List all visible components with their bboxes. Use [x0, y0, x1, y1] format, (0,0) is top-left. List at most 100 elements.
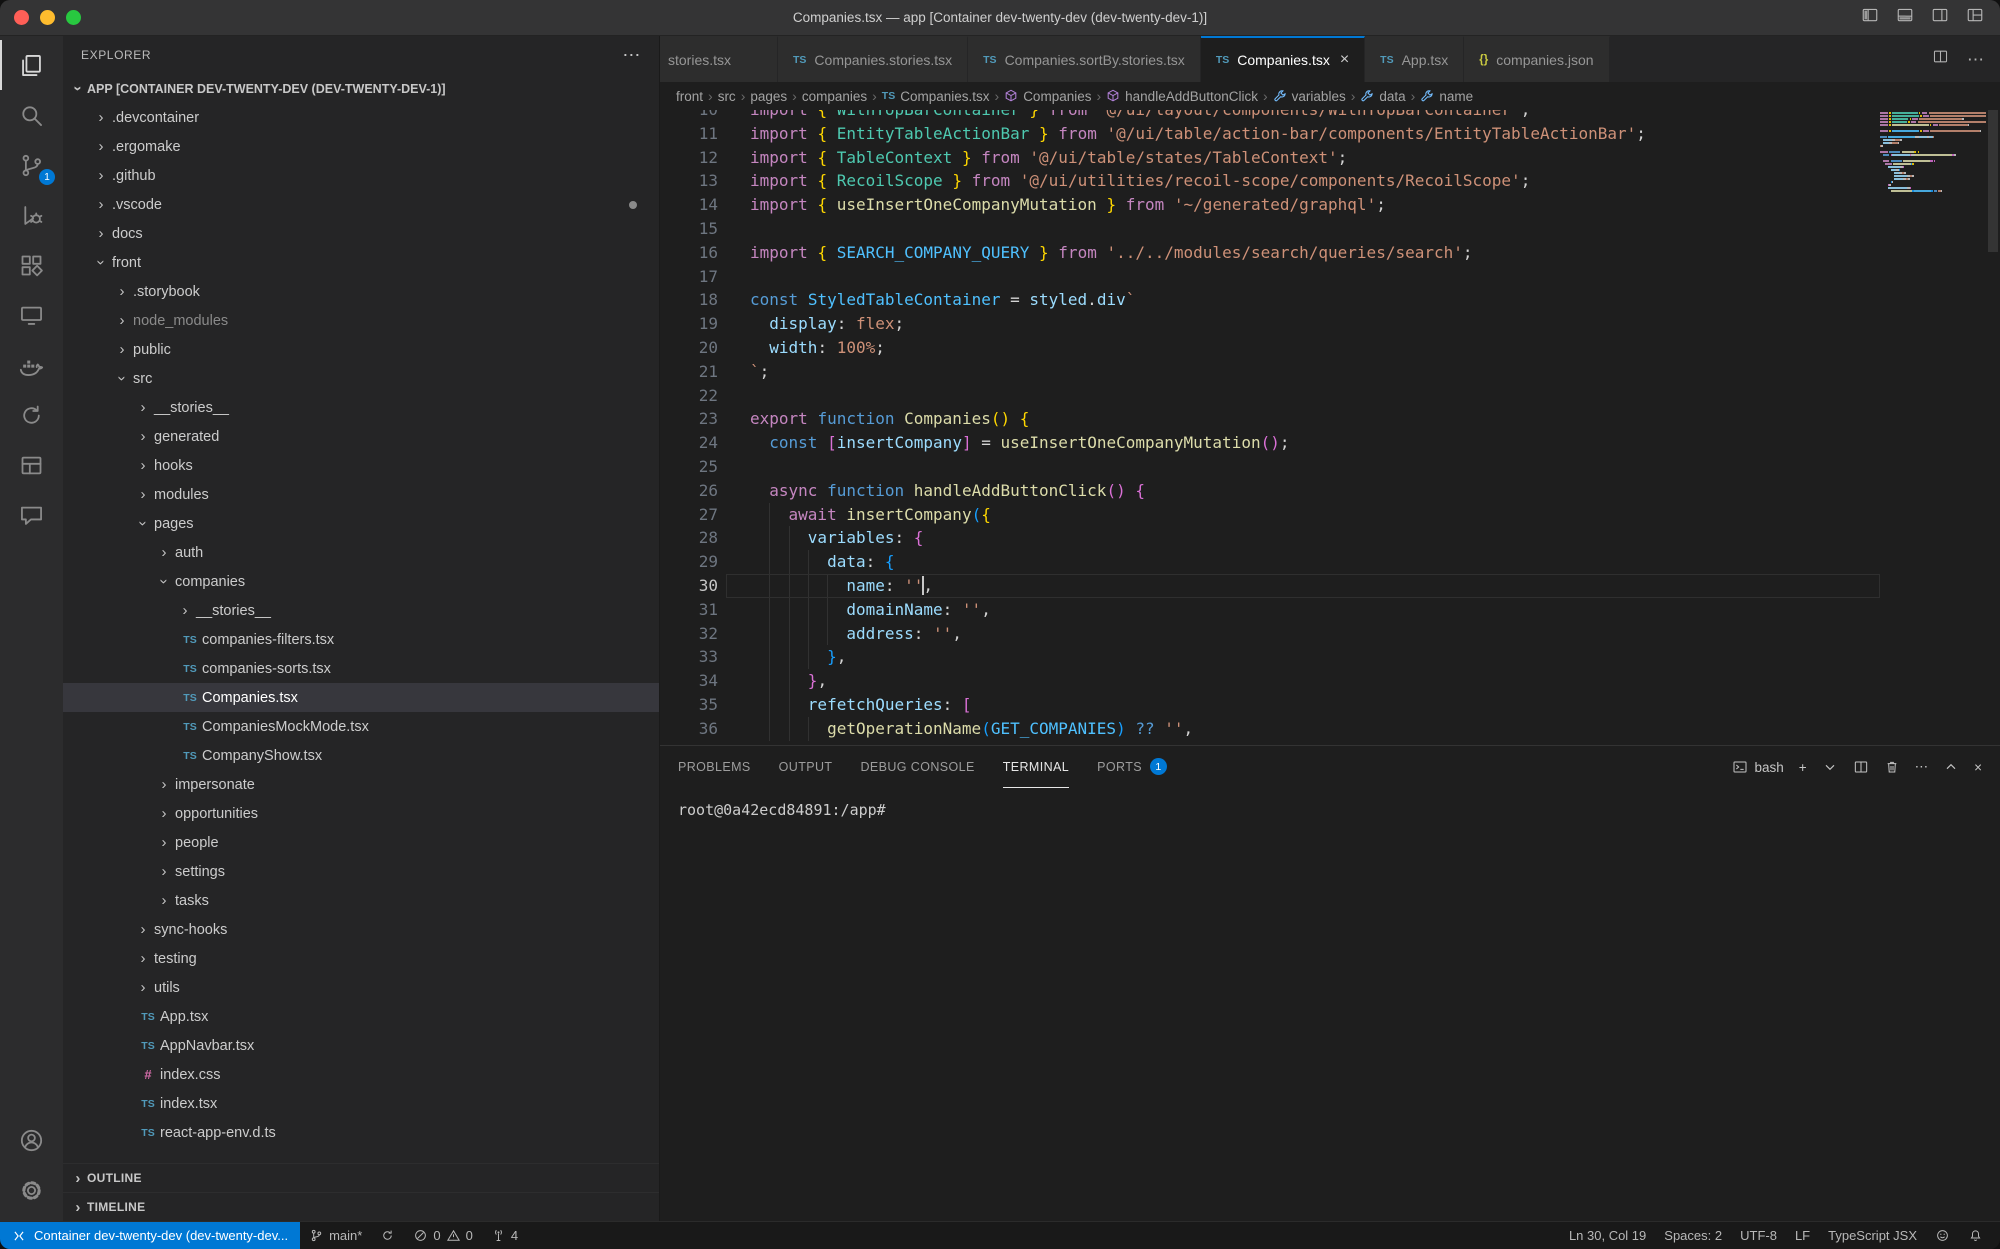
- code-line-23[interactable]: 23export function Companies() {: [660, 407, 1880, 431]
- timeline-section[interactable]: › TIMELINE: [63, 1192, 659, 1221]
- close-icon[interactable]: ×: [1340, 52, 1349, 68]
- code-line-33[interactable]: 33 },: [660, 645, 1880, 669]
- close-panel-icon[interactable]: ×: [1974, 760, 1982, 775]
- code-line-20[interactable]: 20 width: 100%;: [660, 336, 1880, 360]
- tree-item-src[interactable]: ›src: [63, 364, 659, 393]
- tree-item-node-modules[interactable]: ›node_modules: [63, 306, 659, 335]
- customize-layout-icon[interactable]: [1966, 6, 1984, 29]
- zoom-button[interactable]: [66, 10, 81, 25]
- code-line-15[interactable]: 15: [660, 217, 1880, 241]
- breadcrumb-companies[interactable]: Companies: [1004, 89, 1091, 104]
- code-area[interactable]: 10import { WithTopBarContainer } from '@…: [660, 110, 1880, 745]
- sync-status[interactable]: [371, 1222, 404, 1249]
- tree-item-stories[interactable]: ›__stories__: [63, 393, 659, 422]
- tab-app-tsx[interactable]: TSApp.tsx: [1365, 36, 1464, 82]
- editor-more-actions-icon[interactable]: ⋯: [1967, 51, 1984, 68]
- code-line-30[interactable]: 30 name: '',: [660, 574, 1880, 598]
- tree-item-github[interactable]: ›.github: [63, 161, 659, 190]
- code-line-13[interactable]: 13import { RecoilScope } from '@/ui/util…: [660, 169, 1880, 193]
- breadcrumb-companies-tsx[interactable]: TSCompanies.tsx: [882, 89, 990, 104]
- tree-item-pages[interactable]: ›pages: [63, 509, 659, 538]
- tree-item-companies-filters-tsx[interactable]: TScompanies-filters.tsx: [63, 625, 659, 654]
- code-line-19[interactable]: 19 display: flex;: [660, 312, 1880, 336]
- tree-item-tasks[interactable]: ›tasks: [63, 886, 659, 915]
- project-root-header[interactable]: › APP [CONTAINER DEV-TWENTY-DEV (DEV-TWE…: [63, 74, 659, 103]
- tree-item-docs[interactable]: ›docs: [63, 219, 659, 248]
- code-line-17[interactable]: 17: [660, 265, 1880, 289]
- breadcrumb-front[interactable]: front: [676, 89, 703, 104]
- tree-item-companies-sorts-tsx[interactable]: TScompanies-sorts.tsx: [63, 654, 659, 683]
- tab-companies-stories-tsx[interactable]: TSCompanies.stories.tsx: [778, 36, 968, 82]
- cursor-position[interactable]: Ln 30, Col 19: [1560, 1222, 1655, 1249]
- outline-section[interactable]: › OUTLINE: [63, 1163, 659, 1192]
- code-line-36[interactable]: 36 getOperationName(GET_COMPANIES) ?? ''…: [660, 717, 1880, 741]
- tree-item-app-tsx[interactable]: TSApp.tsx: [63, 1002, 659, 1031]
- branch-status[interactable]: main*: [300, 1222, 371, 1249]
- tree-item-hooks[interactable]: ›hooks: [63, 451, 659, 480]
- kill-terminal-trash-icon[interactable]: [1884, 759, 1900, 775]
- tree-item-utils[interactable]: ›utils: [63, 973, 659, 1002]
- code-line-29[interactable]: 29 data: {: [660, 550, 1880, 574]
- table-icon[interactable]: [0, 440, 63, 490]
- notifications-button[interactable]: [1959, 1222, 1992, 1249]
- tree-item-front[interactable]: ›front: [63, 248, 659, 277]
- breadcrumb-companies[interactable]: companies: [802, 89, 867, 104]
- terminal-shell-selector[interactable]: bash: [1732, 759, 1783, 775]
- split-terminal-icon[interactable]: [1853, 759, 1869, 775]
- code-line-32[interactable]: 32 address: '',: [660, 622, 1880, 646]
- close-button[interactable]: [14, 10, 29, 25]
- code-line-12[interactable]: 12import { TableContext } from '@/ui/tab…: [660, 146, 1880, 170]
- code-line-21[interactable]: 21`;: [660, 360, 1880, 384]
- code-line-18[interactable]: 18const StyledTableContainer = styled.di…: [660, 288, 1880, 312]
- language-mode[interactable]: TypeScript JSX: [1819, 1222, 1926, 1249]
- source-control-icon[interactable]: 1: [0, 140, 63, 190]
- terminal-content[interactable]: root@0a42ecd84891:/app#: [660, 788, 2000, 1221]
- tree-item-devcontainer[interactable]: ›.devcontainer: [63, 103, 659, 132]
- tree-item-generated[interactable]: ›generated: [63, 422, 659, 451]
- panel-tab-ports[interactable]: PORTS1: [1097, 746, 1167, 788]
- problems-status[interactable]: 0 0: [404, 1222, 481, 1249]
- editor-scrollbar[interactable]: [1986, 110, 2000, 745]
- new-terminal-icon[interactable]: +: [1799, 760, 1807, 775]
- breadcrumb-src[interactable]: src: [718, 89, 736, 104]
- ports-status[interactable]: 4: [482, 1222, 527, 1249]
- code-line-22[interactable]: 22: [660, 384, 1880, 408]
- breadcrumb-name[interactable]: name: [1420, 89, 1473, 104]
- scrollbar-slider[interactable]: [1988, 110, 1998, 252]
- tree-item-companies-tsx[interactable]: TSCompanies.tsx: [63, 683, 659, 712]
- tree-item-react-app-env-d-ts[interactable]: TSreact-app-env.d.ts: [63, 1118, 659, 1147]
- explorer-icon[interactable]: [0, 40, 63, 90]
- code-line-14[interactable]: 14import { useInsertOneCompanyMutation }…: [660, 193, 1880, 217]
- tree-item-index-css[interactable]: #index.css: [63, 1060, 659, 1089]
- tree-item-impersonate[interactable]: ›impersonate: [63, 770, 659, 799]
- toggle-secondary-sidebar-icon[interactable]: [1931, 6, 1949, 29]
- code-line-10[interactable]: 10import { WithTopBarContainer } from '@…: [660, 110, 1880, 122]
- panel-tab-output[interactable]: OUTPUT: [779, 746, 833, 788]
- tree-item-vscode[interactable]: ›.vscode: [63, 190, 659, 219]
- tree-item-companiesmockmode-tsx[interactable]: TSCompaniesMockMode.tsx: [63, 712, 659, 741]
- code-line-24[interactable]: 24 const [insertCompany] = useInsertOneC…: [660, 431, 1880, 455]
- breadcrumb-handleaddbuttonclick[interactable]: handleAddButtonClick: [1106, 89, 1258, 104]
- code-line-26[interactable]: 26 async function handleAddButtonClick()…: [660, 479, 1880, 503]
- code-line-35[interactable]: 35 refetchQueries: [: [660, 693, 1880, 717]
- toggle-panel-icon[interactable]: [1896, 6, 1914, 29]
- code-line-31[interactable]: 31 domainName: '',: [660, 598, 1880, 622]
- code-line-11[interactable]: 11import { EntityTableActionBar } from '…: [660, 122, 1880, 146]
- sync-icon[interactable]: [0, 390, 63, 440]
- docker-icon[interactable]: [0, 340, 63, 390]
- tree-item-sync-hooks[interactable]: ›sync-hooks: [63, 915, 659, 944]
- encoding-status[interactable]: UTF-8: [1731, 1222, 1786, 1249]
- account-icon[interactable]: [0, 1115, 63, 1165]
- terminal-profile-dropdown-icon[interactable]: [1822, 759, 1838, 775]
- tree-item-opportunities[interactable]: ›opportunities: [63, 799, 659, 828]
- tree-item-stories[interactable]: ›__stories__: [63, 596, 659, 625]
- eol-status[interactable]: LF: [1786, 1222, 1819, 1249]
- tree-item-companies[interactable]: ›companies: [63, 567, 659, 596]
- remote-indicator[interactable]: Container dev-twenty-dev (dev-twenty-dev…: [0, 1222, 300, 1249]
- tree-item-people[interactable]: ›people: [63, 828, 659, 857]
- code-editor[interactable]: 10import { WithTopBarContainer } from '@…: [660, 110, 2000, 745]
- run-debug-icon[interactable]: [0, 190, 63, 240]
- maximize-panel-icon[interactable]: [1943, 759, 1959, 775]
- search-icon[interactable]: [0, 90, 63, 140]
- panel-tab-debug-console[interactable]: DEBUG CONSOLE: [860, 746, 974, 788]
